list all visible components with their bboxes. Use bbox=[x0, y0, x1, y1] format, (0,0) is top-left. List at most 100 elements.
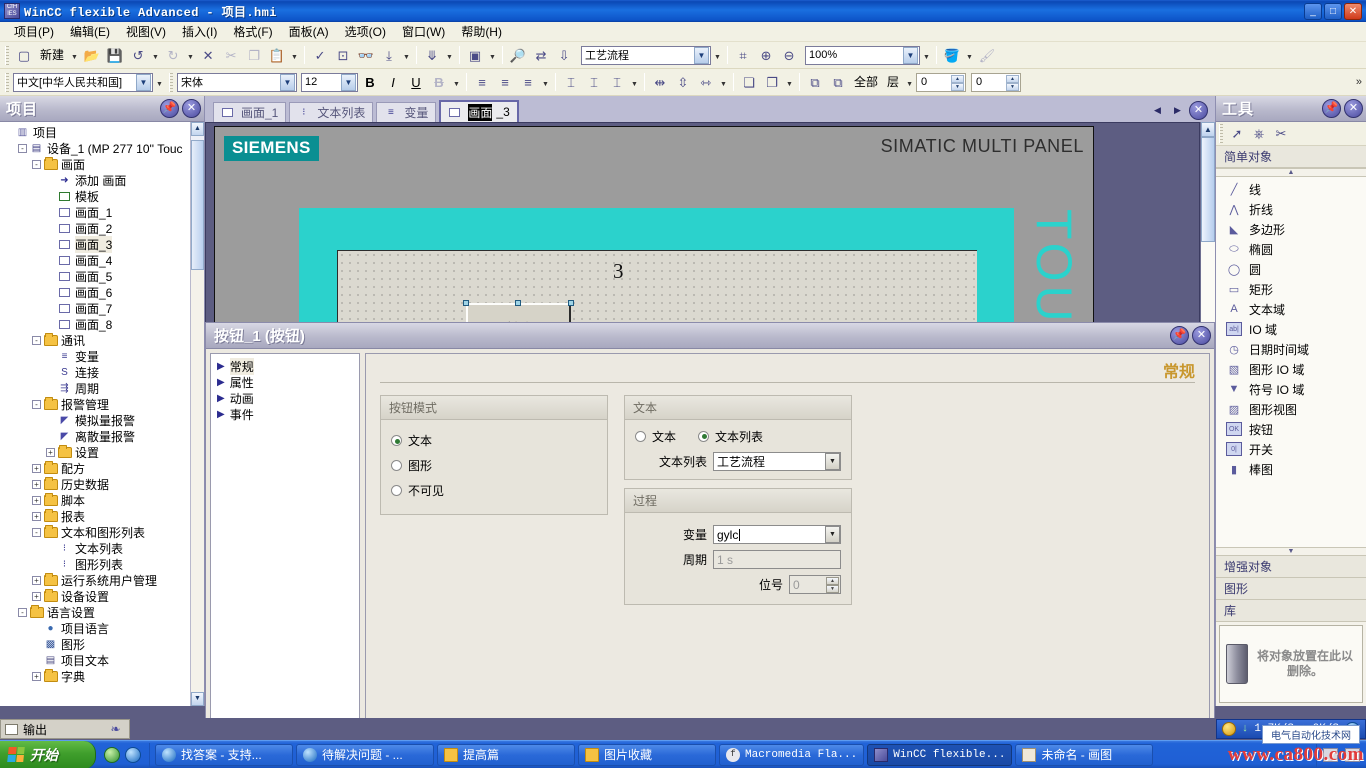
process-bit-spinner-arrows[interactable]: ▲ ▼ bbox=[826, 577, 839, 593]
zoom-chevron-down-icon[interactable]: ▼ bbox=[903, 46, 919, 64]
tools-pin-icon[interactable]: 📌 bbox=[1322, 99, 1341, 118]
editor-tab-4[interactable]: 画面 _3 bbox=[439, 100, 519, 122]
project-tree-item[interactable]: 画面_5 bbox=[0, 268, 190, 284]
font-family-chevron-down-icon[interactable]: ▼ bbox=[280, 73, 295, 91]
tools-close-icon[interactable]: ✕ bbox=[1344, 99, 1363, 118]
layers-icon[interactable]: ⧉ bbox=[804, 71, 826, 93]
simple-objects-expand-chevron-down-icon[interactable]: ▼ bbox=[1216, 547, 1366, 556]
menu-item-faceplate[interactable]: 面板(A) bbox=[281, 21, 337, 42]
tool-item-符号 IO 域[interactable]: ▼ 符号 IO 域 bbox=[1216, 379, 1366, 399]
pointer-icon[interactable]: ➚ bbox=[1226, 123, 1248, 145]
trash-drop-zone[interactable]: 将对象放置在此以删除。 bbox=[1219, 625, 1363, 703]
align-middle-icon[interactable]: ⌶ bbox=[583, 71, 605, 93]
network-monitor-icon[interactable] bbox=[1221, 722, 1236, 736]
compile-icon[interactable]: ⊡ bbox=[332, 44, 354, 66]
tools-strip-grip[interactable] bbox=[1219, 124, 1223, 143]
language-chevron-down-icon[interactable]: ▼ bbox=[136, 73, 151, 91]
editor-tab-1[interactable]: 画面_1 bbox=[213, 102, 287, 122]
output-tab[interactable]: 输出 ❧ bbox=[0, 719, 130, 739]
close-icon[interactable]: ✕ bbox=[182, 99, 201, 118]
keyboard-icon[interactable] bbox=[1323, 747, 1338, 762]
tool-item-线[interactable]: ╱ 线 bbox=[1216, 179, 1366, 199]
transfer-icon[interactable]: ⤓ bbox=[378, 44, 400, 66]
same-width-icon[interactable]: ⇿ bbox=[695, 71, 717, 93]
collapse-icon[interactable]: - bbox=[18, 143, 27, 153]
project-tree-item[interactable]: + 配方 bbox=[0, 460, 190, 476]
selection-handle-n[interactable] bbox=[515, 300, 521, 306]
tab-next-icon[interactable]: ▶ bbox=[1169, 102, 1186, 119]
taskbar-button-7[interactable]: 未命名 - 画图 bbox=[1015, 743, 1154, 766]
toolbar-overflow-button[interactable]: » bbox=[1356, 76, 1366, 88]
project-tree-item[interactable]: ◤ 离散量报警 bbox=[0, 428, 190, 444]
process-variable-combo[interactable]: gylc ▼ bbox=[713, 525, 841, 544]
tool-item-椭圆[interactable]: ⬭ 椭圆 bbox=[1216, 239, 1366, 259]
properties-pin-icon[interactable]: 📌 bbox=[1170, 326, 1189, 345]
project-tree-item[interactable]: - 通讯 bbox=[0, 332, 190, 348]
properties-nav-tree[interactable]: ▶ 常规 ▶ 属性 ▶ 动画 ▶ 事件 bbox=[210, 353, 360, 763]
menu-item-edit[interactable]: 编辑(E) bbox=[62, 21, 118, 42]
list-overflow-chevron-down-icon[interactable]: ▼ bbox=[712, 44, 723, 66]
project-tree-item[interactable]: 画面_2 bbox=[0, 220, 190, 236]
project-tree-item[interactable]: - 报警管理 bbox=[0, 396, 190, 412]
font-group-grip[interactable] bbox=[169, 72, 173, 92]
find-replace-icon[interactable]: ⇩ bbox=[553, 44, 575, 66]
tool-item-按钮[interactable]: OK 按钮 bbox=[1216, 419, 1366, 439]
project-tree-item[interactable]: - ▤ 设备_1 (MP 277 10'' Touc bbox=[0, 140, 190, 156]
new-button-label[interactable]: 新建 bbox=[36, 44, 68, 66]
project-tree-item[interactable]: 画面_6 bbox=[0, 284, 190, 300]
properties-close-icon[interactable]: ✕ bbox=[1192, 326, 1211, 345]
layer-second-spinner[interactable]: 0 ▲ ▼ bbox=[971, 72, 1022, 92]
expand-icon[interactable]: + bbox=[32, 575, 41, 585]
close-button[interactable]: ✕ bbox=[1344, 2, 1362, 20]
distribute-v-icon[interactable]: ⇳ bbox=[672, 71, 694, 93]
redo-chevron-down-icon[interactable]: ▼ bbox=[185, 44, 196, 66]
send-back-icon[interactable]: ❐ bbox=[761, 71, 783, 93]
format-toolbar-grip[interactable] bbox=[5, 72, 9, 92]
section-enhanced-objects-header[interactable]: 增强对象 bbox=[1216, 556, 1366, 578]
menu-item-options[interactable]: 选项(O) bbox=[337, 21, 394, 42]
project-tree-item[interactable]: + 运行系统用户管理 bbox=[0, 572, 190, 588]
tool-item-多边形[interactable]: ◣ 多边形 bbox=[1216, 219, 1366, 239]
zoom-overflow-chevron-down-icon[interactable]: ▼ bbox=[921, 44, 932, 66]
project-tree-item[interactable]: + 脚本 bbox=[0, 492, 190, 508]
open-icon[interactable]: 📂 bbox=[81, 44, 103, 66]
quick-launch-ie-icon[interactable] bbox=[104, 746, 120, 763]
layer-second-spinner-arrows[interactable]: ▲ ▼ bbox=[1006, 74, 1020, 91]
align-chevron-down-icon[interactable]: ▼ bbox=[540, 71, 551, 93]
download-chevron-down-icon[interactable]: ▼ bbox=[444, 44, 455, 66]
project-tree-item[interactable]: S 连接 bbox=[0, 364, 190, 380]
project-tree-item[interactable]: ➜ 添加 画面 bbox=[0, 172, 190, 188]
tool-item-IO 域[interactable]: ab| IO 域 bbox=[1216, 319, 1366, 339]
project-tree-item[interactable]: ◤ 模拟量报警 bbox=[0, 412, 190, 428]
list-selector-chevron-down-icon[interactable]: ▼ bbox=[694, 46, 710, 64]
taskbar-button-2[interactable]: 待解决问题 - ... bbox=[296, 743, 434, 766]
zoom-in-icon[interactable]: ⊕ bbox=[755, 44, 777, 66]
taskbar-button-1[interactable]: 找答案 - 支持... bbox=[155, 743, 293, 766]
scroll-up-icon[interactable]: ▲ bbox=[191, 122, 204, 136]
project-tree-item[interactable]: - 画面 bbox=[0, 156, 190, 172]
expand-icon[interactable]: + bbox=[46, 447, 55, 457]
scissors-icon[interactable]: ✂ bbox=[1270, 123, 1292, 145]
menu-item-project[interactable]: 项目(P) bbox=[6, 21, 62, 42]
undo-chevron-down-icon[interactable]: ▼ bbox=[150, 44, 161, 66]
project-tree-item[interactable]: 画面_7 bbox=[0, 300, 190, 316]
project-tree-item[interactable]: + 报表 bbox=[0, 508, 190, 524]
align-right-icon[interactable]: ≡ bbox=[517, 71, 539, 93]
paste-icon[interactable]: 📋 bbox=[266, 44, 288, 66]
button-mode-radio-text[interactable]: 文本 bbox=[391, 428, 597, 453]
list-selector-combo[interactable]: 工艺流程 ▼ bbox=[581, 45, 712, 65]
objects-icon[interactable]: ❧ bbox=[108, 722, 123, 737]
language-icon[interactable] bbox=[1345, 747, 1360, 762]
project-tree-item[interactable]: + 历史数据 bbox=[0, 476, 190, 492]
tool-item-折线[interactable]: ⋀ 折线 bbox=[1216, 199, 1366, 219]
project-tree-item[interactable]: ▥ 项目 bbox=[0, 124, 190, 140]
project-tree-item[interactable]: 模板 bbox=[0, 188, 190, 204]
zoom-region-icon[interactable]: ⌗ bbox=[732, 44, 754, 66]
project-tree[interactable]: ▥ 项目 - ▤ 设备_1 (MP 277 10'' Touc - 画面 ➜ 添加 画面 模板画面… bbox=[0, 122, 190, 706]
menu-item-format[interactable]: 格式(F) bbox=[225, 21, 280, 42]
sync-icon[interactable]: ⇄ bbox=[530, 44, 552, 66]
collapse-icon[interactable]: - bbox=[32, 335, 41, 345]
collapse-icon[interactable]: - bbox=[32, 159, 41, 169]
expand-icon[interactable]: + bbox=[32, 511, 41, 521]
collapse-icon[interactable]: - bbox=[18, 607, 27, 617]
